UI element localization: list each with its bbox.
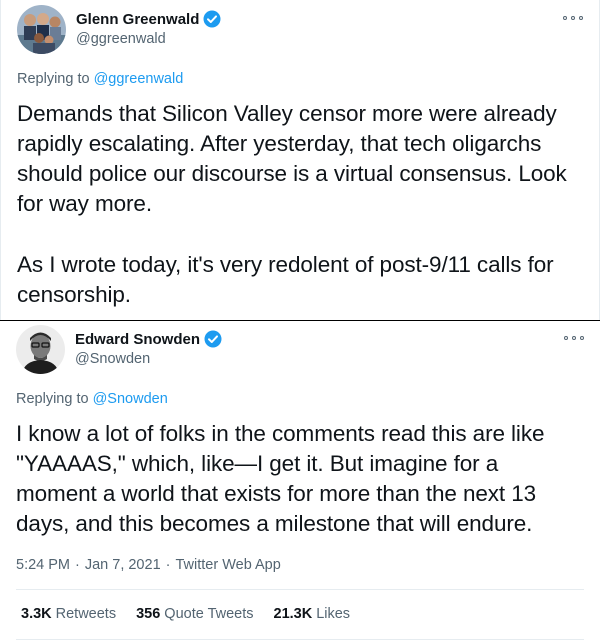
- avatar[interactable]: [16, 325, 65, 374]
- display-name[interactable]: Glenn Greenwald: [76, 11, 199, 28]
- quote-tweets-count: 356: [136, 606, 161, 622]
- more-options-icon[interactable]: [563, 13, 583, 23]
- replying-handle-link[interactable]: @ggreenwald: [94, 71, 184, 87]
- replying-to: Replying to @Snowden: [16, 391, 168, 407]
- tweet-meta: 5:24 PM · Jan 7, 2021 · Twitter Web App: [16, 557, 281, 573]
- display-name[interactable]: Edward Snowden: [75, 331, 200, 348]
- tweet-text: I know a lot of folks in the comments re…: [16, 419, 584, 539]
- tweet-time[interactable]: 5:24 PM: [16, 557, 70, 573]
- replying-handle-link[interactable]: @Snowden: [93, 391, 168, 407]
- engagement-stats: 3.3K Retweets 356 Quote Tweets 21.3K Likes: [21, 606, 370, 622]
- avatar[interactable]: [17, 5, 66, 54]
- name-row: Glenn Greenwald: [76, 10, 221, 28]
- replying-prefix: Replying to: [17, 71, 90, 87]
- more-options-icon[interactable]: [564, 333, 584, 343]
- separator-dot: ·: [75, 557, 80, 573]
- tweet-text: Demands that Silicon Valley censor more …: [17, 99, 583, 310]
- quote-tweets-label: Quote Tweets: [164, 606, 254, 622]
- tweet-edward-snowden: Edward Snowden @Snowden Replying to @Sno…: [0, 320, 600, 640]
- likes-stat[interactable]: 21.3K Likes: [274, 606, 351, 622]
- user-handle[interactable]: @ggreenwald: [76, 31, 166, 47]
- name-row: Edward Snowden: [75, 330, 222, 348]
- replying-prefix: Replying to: [16, 391, 89, 407]
- tweet-paragraph: As I wrote today, it's very redolent of …: [17, 252, 560, 307]
- quote-tweets-stat[interactable]: 356 Quote Tweets: [136, 606, 253, 622]
- tweet-paragraph: Demands that Silicon Valley censor more …: [17, 101, 573, 216]
- user-handle[interactable]: @Snowden: [75, 351, 150, 367]
- retweets-stat[interactable]: 3.3K Retweets: [21, 606, 116, 622]
- tweet-paragraph: I know a lot of folks in the comments re…: [16, 421, 551, 536]
- separator-dot: ·: [165, 557, 171, 573]
- likes-count: 21.3K: [273, 606, 313, 622]
- retweets-label: Retweets: [55, 606, 117, 622]
- verified-badge-icon: [204, 330, 222, 348]
- verified-badge-icon: [203, 10, 221, 28]
- retweets-count: 3.3K: [21, 606, 52, 622]
- tweet-date[interactable]: Jan 7, 2021: [85, 557, 161, 573]
- replying-to: Replying to @ggreenwald: [17, 71, 183, 87]
- tweet-glenn-greenwald: Glenn Greenwald @ggreenwald Replying to …: [0, 0, 600, 320]
- divider: [16, 589, 584, 590]
- likes-label: Likes: [316, 606, 351, 622]
- tweet-source[interactable]: Twitter Web App: [175, 557, 280, 573]
